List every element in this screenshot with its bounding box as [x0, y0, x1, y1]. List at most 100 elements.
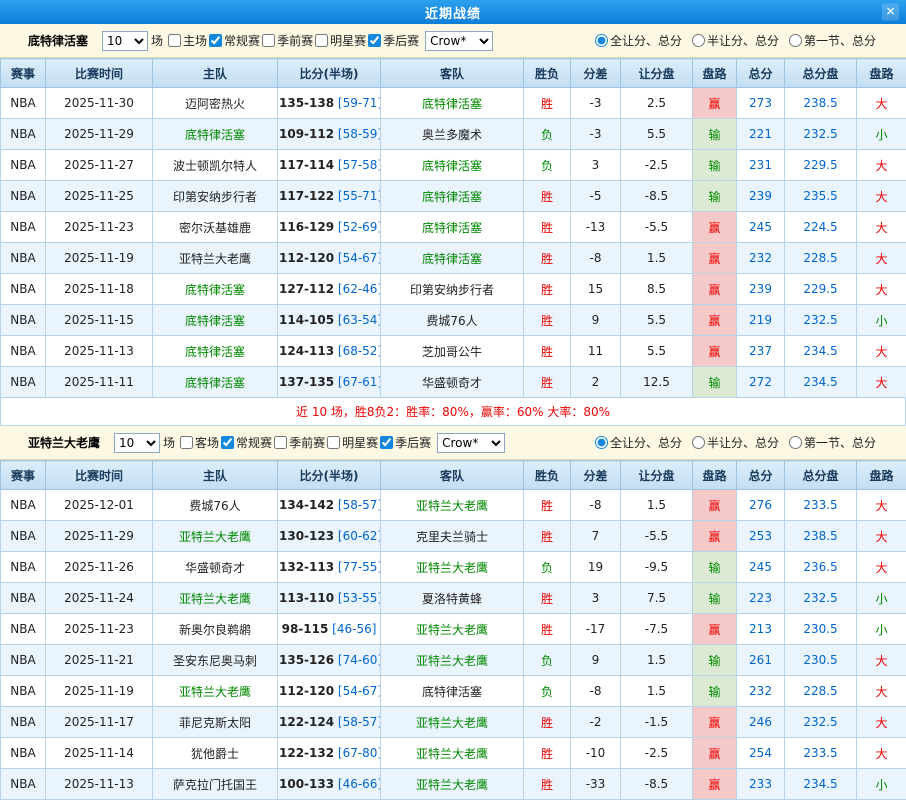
score-cell: 117-114 [57-58]: [278, 150, 381, 181]
away-team-cell: 亚特兰大老鹰: [381, 490, 524, 521]
filter-checkbox[interactable]: 明星赛: [315, 32, 366, 49]
league-cell: NBA: [1, 243, 46, 274]
radio-input[interactable]: [595, 34, 608, 47]
full-score: 135-126: [279, 653, 334, 667]
radio-option-first-quarter[interactable]: 第一节、总分: [789, 434, 876, 451]
full-score: 112-120: [279, 684, 334, 698]
game-row: NBA2025-11-13萨克拉门托国王100-133 [46-66]亚特兰大老…: [1, 769, 906, 800]
radio-input[interactable]: [692, 436, 705, 449]
game-row: NBA2025-11-23密尔沃基雄鹿116-129 [52-69]底特律活塞胜…: [1, 212, 906, 243]
checkbox-input[interactable]: [221, 436, 234, 449]
games-count-select[interactable]: 10: [114, 433, 160, 453]
handicap-cell: 5.5: [621, 119, 693, 150]
checkbox-input[interactable]: [168, 34, 181, 47]
ou-result-cell: 大: [857, 367, 906, 398]
total-line-cell: 234.5: [785, 336, 857, 367]
col-handicap: 让分盘: [621, 461, 693, 490]
radio-option-first-quarter[interactable]: 第一节、总分: [789, 32, 876, 49]
handicap-cell: -8.5: [621, 181, 693, 212]
checkbox-input[interactable]: [262, 34, 275, 47]
radio-input[interactable]: [789, 34, 802, 47]
checkbox-input[interactable]: [209, 34, 222, 47]
half-score: [53-55]: [334, 591, 380, 605]
stat-mode-radios: 全让分、总分 半让分、总分 第一节、总分: [585, 434, 876, 451]
handicap-result-cell: 输: [693, 552, 737, 583]
col-home: 主队: [153, 461, 278, 490]
home-team-cell: 犹他爵士: [153, 738, 278, 769]
checkbox-input[interactable]: [380, 436, 393, 449]
score-cell: 112-120 [54-67]: [278, 243, 381, 274]
home-team-cell: 底特律活塞: [153, 274, 278, 305]
half-score: [60-62]: [334, 529, 380, 543]
filter-checkbox[interactable]: 季后赛: [368, 32, 419, 49]
league-cell: NBA: [1, 521, 46, 552]
radio-input[interactable]: [789, 436, 802, 449]
filter-checkbox[interactable]: 季前赛: [274, 434, 325, 451]
checkbox-label: 明星赛: [330, 32, 366, 49]
result-cell: 负: [524, 676, 571, 707]
ou-result-cell: 大: [857, 521, 906, 552]
radio-option-full[interactable]: 全让分、总分: [595, 434, 682, 451]
handicap-cell: 5.5: [621, 305, 693, 336]
score-cell: 98-115 [46-56]: [278, 614, 381, 645]
diff-cell: -10: [571, 738, 621, 769]
half-score: [52-69]: [334, 220, 380, 234]
result-cell: 胜: [524, 367, 571, 398]
games-count-select[interactable]: 10: [102, 31, 148, 51]
date-cell: 2025-11-23: [46, 212, 153, 243]
handicap-result-cell: 输: [693, 676, 737, 707]
game-row: NBA2025-11-24亚特兰大老鹰113-110 [53-55]夏洛特黄蜂胜…: [1, 583, 906, 614]
result-cell: 胜: [524, 243, 571, 274]
league-cell: NBA: [1, 88, 46, 119]
checkbox-label: 季后赛: [383, 32, 419, 49]
half-score: [59-71]: [334, 96, 380, 110]
handicap-result-cell: 输: [693, 119, 737, 150]
league-cell: NBA: [1, 583, 46, 614]
col-total: 总分: [737, 59, 785, 88]
filter-checkbox[interactable]: 常规赛: [221, 434, 272, 451]
filter-checkbox[interactable]: 季后赛: [380, 434, 431, 451]
date-cell: 2025-11-21: [46, 645, 153, 676]
odds-company-select[interactable]: Crow*: [425, 31, 493, 51]
date-cell: 2025-11-13: [46, 336, 153, 367]
league-cell: NBA: [1, 707, 46, 738]
checkbox-input[interactable]: [274, 436, 287, 449]
col-ou-result: 盘路: [857, 59, 906, 88]
result-cell: 胜: [524, 212, 571, 243]
filter-checkbox[interactable]: 客场: [180, 434, 219, 451]
away-team-cell: 亚特兰大老鹰: [381, 707, 524, 738]
col-ou-result: 盘路: [857, 461, 906, 490]
full-score: 124-113: [279, 344, 334, 358]
score-cell: 109-112 [58-59]: [278, 119, 381, 150]
radio-option-half[interactable]: 半让分、总分: [692, 32, 779, 49]
score-cell: 135-126 [74-60]: [278, 645, 381, 676]
checkbox-input[interactable]: [327, 436, 340, 449]
filter-checkbox[interactable]: 主场: [168, 32, 207, 49]
total-line-cell: 229.5: [785, 274, 857, 305]
league-cell: NBA: [1, 769, 46, 800]
radio-option-half[interactable]: 半让分、总分: [692, 434, 779, 451]
odds-company-select[interactable]: Crow*: [437, 433, 505, 453]
home-team-cell: 亚特兰大老鹰: [153, 676, 278, 707]
home-team-cell: 亚特兰大老鹰: [153, 583, 278, 614]
home-team-cell: 华盛顿奇才: [153, 552, 278, 583]
checkbox-label: 季后赛: [395, 434, 431, 451]
away-team-cell: 底特律活塞: [381, 212, 524, 243]
total-cell: 239: [737, 181, 785, 212]
close-icon[interactable]: ✕: [882, 4, 899, 21]
filter-checkbox[interactable]: 明星赛: [327, 434, 378, 451]
diff-cell: -3: [571, 88, 621, 119]
col-score: 比分(半场): [278, 461, 381, 490]
result-cell: 胜: [524, 614, 571, 645]
home-team-cell: 密尔沃基雄鹿: [153, 212, 278, 243]
radio-input[interactable]: [692, 34, 705, 47]
half-score: [68-52]: [334, 344, 380, 358]
checkbox-input[interactable]: [315, 34, 328, 47]
filter-checkbox[interactable]: 季前赛: [262, 32, 313, 49]
checkbox-label: 季前赛: [277, 32, 313, 49]
filter-checkbox[interactable]: 常规赛: [209, 32, 260, 49]
radio-input[interactable]: [595, 436, 608, 449]
checkbox-input[interactable]: [180, 436, 193, 449]
radio-option-full[interactable]: 全让分、总分: [595, 32, 682, 49]
checkbox-input[interactable]: [368, 34, 381, 47]
